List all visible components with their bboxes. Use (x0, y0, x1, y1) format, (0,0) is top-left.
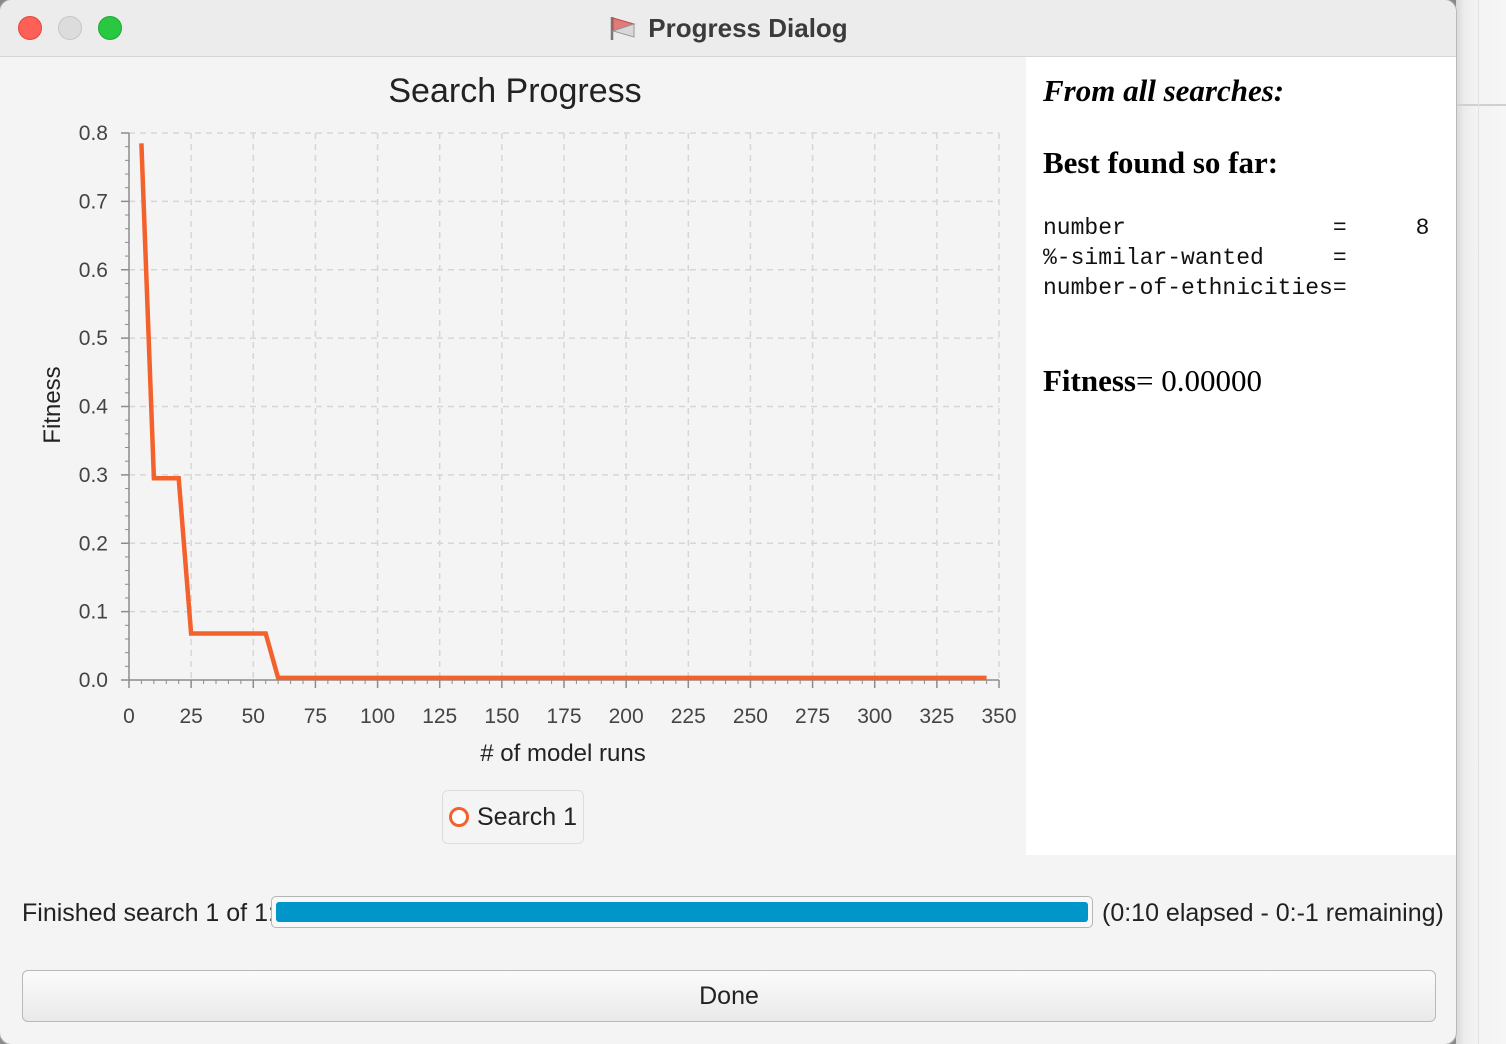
done-button[interactable]: Done (22, 970, 1436, 1022)
best-found-heading: Best found so far: (1043, 145, 1279, 180)
best-result-panel: From all searches: Best found so far: nu… (1026, 57, 1456, 855)
y-tick-label: 0.5 (79, 327, 108, 350)
y-tick-label: 0.4 (79, 396, 109, 419)
y-axis-label: Fitness (39, 366, 66, 443)
chart-title: Search Progress (388, 72, 641, 110)
background-window-edge (1478, 0, 1479, 1044)
x-tick-label: 25 (179, 705, 202, 728)
x-tick-label: 275 (795, 705, 830, 728)
flag-app-icon (611, 17, 636, 40)
x-tick-label: 100 (360, 705, 395, 728)
chart-legend: Search 1 (442, 790, 584, 844)
parameter-row: number-of-ethnicities= (1043, 275, 1347, 301)
x-tick-label: 300 (857, 705, 892, 728)
x-tick-label: 175 (546, 705, 581, 728)
background-window (1456, 0, 1506, 1044)
parameter-list: number = 8 %-similar-wanted = number-of-et… (1043, 213, 1429, 303)
legend-marker-circle-icon (448, 807, 469, 827)
y-tick-label: 0.2 (79, 532, 108, 555)
title-group: Progress Dialog (0, 0, 1456, 56)
y-tick-label: 0.6 (79, 259, 108, 282)
y-tick-label: 0.8 (79, 122, 108, 145)
x-tick-label: 150 (484, 705, 519, 728)
y-tick-label: 0.3 (79, 464, 108, 487)
x-tick-label: 125 (422, 705, 457, 728)
x-tick-label: 350 (981, 705, 1016, 728)
legend-label: Search 1 (476, 802, 578, 831)
status-label: Finished search 1 of 1: (22, 899, 275, 927)
background-window-divider (1456, 104, 1506, 106)
x-tick-label: 50 (242, 705, 265, 728)
progress-bar (271, 896, 1093, 928)
best-fitness: Fitness= 0.00000 (1043, 363, 1262, 399)
title-bar[interactable]: Progress Dialog (0, 0, 1456, 57)
x-tick-label: 250 (733, 705, 768, 728)
x-tick-label: 75 (304, 705, 327, 728)
y-tick-label: 0.7 (79, 190, 108, 213)
y-tick-label: 0.0 (79, 669, 108, 692)
parameter-row: number = 8 (1043, 215, 1430, 241)
search-progress-chart: 0.0 0.1 0.2 0.3 0.4 0.5 0.6 0.7 0.8 0 25 50 75 100 125… (0, 57, 1026, 857)
progress-dialog-window: Progress Dialog 0.0 0.1 0.2 0.3 0.4 0.5 0.6 0.7… (0, 0, 1456, 1044)
window-title: Progress Dialog (648, 12, 848, 43)
x-tick-label: 225 (671, 705, 706, 728)
y-tick-label: 0.1 (79, 601, 108, 624)
x-tick-label: 0 (123, 705, 135, 728)
fitness-label: Fitness (1043, 363, 1136, 398)
progress-bar-fill (276, 902, 1088, 922)
x-tick-label: 325 (919, 705, 954, 728)
status-row: Finished search 1 of 1: (0:10 elapsed - … (0, 894, 1456, 934)
info-heading: From all searches: (1043, 73, 1285, 108)
parameter-row: %-similar-wanted = (1043, 245, 1347, 271)
elapsed-remaining-text: (0:10 elapsed - 0:-1 remaining) (1102, 899, 1444, 927)
x-tick-label: 200 (609, 705, 644, 728)
chart-canvas: 0.0 0.1 0.2 0.3 0.4 0.5 0.6 0.7 0.8 0 25 50 75 100 125… (39, 72, 1017, 767)
x-axis-label: # of model runs (480, 740, 645, 767)
fitness-value: = 0.00000 (1136, 363, 1262, 398)
